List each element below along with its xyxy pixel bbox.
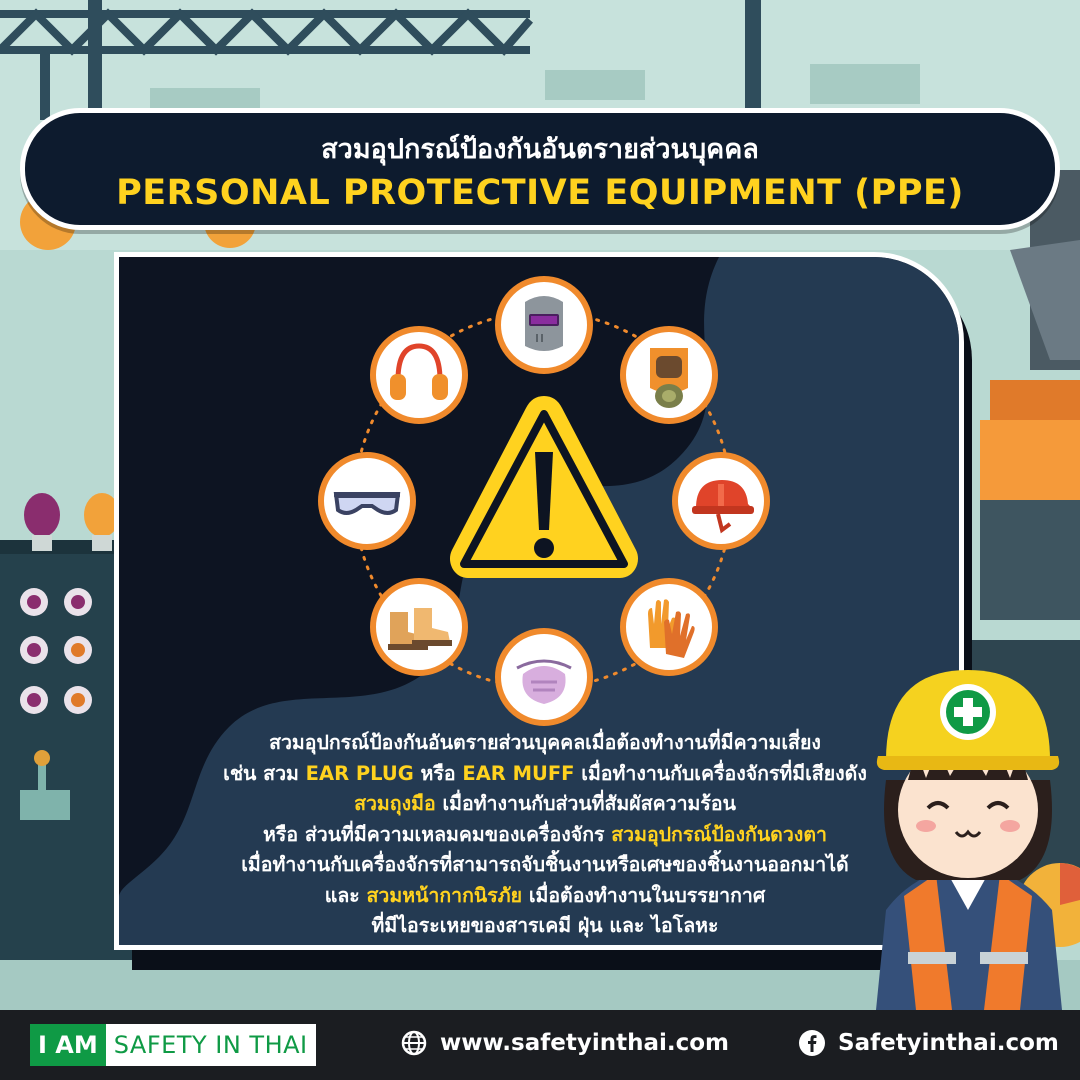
warning-icon — [449, 396, 639, 578]
description-line-1: สวมอุปกรณ์ป้องกันอันตรายส่วนบุคคลเมื่อต้… — [269, 731, 821, 754]
brand-logo: I AM SAFETY IN THAI — [30, 1024, 316, 1066]
text-segment: เมื่อต้องทำงานในบรรยากาศ — [522, 883, 766, 907]
website-url: www.safetyinthai.com — [440, 1030, 729, 1056]
facebook-link[interactable]: Safetyinthai.com — [798, 1029, 1059, 1057]
text-segment: เมื่อทำงานกับส่วนที่สัมผัสความร้อน — [435, 792, 736, 815]
footer-bar: I AM SAFETY IN THAI www.safetyinthai.com… — [0, 1010, 1080, 1080]
safety-worker-mascot — [876, 670, 1062, 1010]
website-link[interactable]: www.safetyinthai.com — [400, 1029, 729, 1057]
text-segment: หรือ — [413, 761, 463, 785]
text-segment: หรือ ส่วนที่มีความเหลมคมของเครื่องจักร — [263, 822, 612, 846]
text-segment: เช่น สวม — [223, 761, 306, 785]
welding-helmet-icon — [495, 276, 593, 374]
facebook-icon — [799, 1030, 825, 1056]
safety-goggles-icon — [318, 452, 416, 550]
description-line-2: เช่น สวม EAR PLUG หรือ EAR MUFF เมื่อทำง… — [150, 759, 940, 790]
description-line-7: ที่มีไอระเหยของสารเคมี ฝุ่น และ ไอโลหะ — [371, 914, 719, 937]
hard-hat-icon — [672, 452, 770, 550]
description-line-6: และ สวมหน้ากากนิรภัย เมื่อต้องทำงานในบรร… — [150, 881, 940, 912]
highlight-respirator: สวมหน้ากากนิรภัย — [366, 883, 523, 907]
text-segment: และ — [324, 883, 367, 907]
safety-boots-icon — [370, 578, 468, 676]
brand-name: SAFETY IN THAI — [105, 1024, 316, 1066]
description-line-5: เมื่อทำงานกับเครื่องจักรที่สามารถจับชิ้น… — [241, 853, 849, 876]
description-line-4: หรือ ส่วนที่มีความเหลมคมของเครื่องจักร ส… — [150, 820, 940, 851]
highlight-ear-muff: EAR MUFF — [462, 761, 575, 785]
safety-gloves-icon — [620, 578, 718, 676]
gas-mask-icon — [620, 326, 718, 424]
highlight-eye-protection: สวมอุปกรณ์ป้องกันดวงตา — [611, 822, 827, 846]
dust-mask-icon — [495, 628, 593, 726]
highlight-gloves: สวมถุงมือ — [354, 792, 436, 815]
facebook-page: Safetyinthai.com — [838, 1030, 1059, 1056]
highlight-ear-plug: EAR PLUG — [305, 761, 414, 785]
globe-icon — [401, 1030, 427, 1056]
ppe-description: สวมอุปกรณ์ป้องกันอันตรายส่วนบุคคลเมื่อต้… — [150, 728, 940, 942]
description-line-3: สวมถุงมือ เมื่อทำงานกับส่วนที่สัมผัสความ… — [150, 789, 940, 820]
brand-iam: I AM — [30, 1024, 106, 1066]
ear-muff-icon — [370, 326, 468, 424]
text-segment: เมื่อทำงานกับเครื่องจักรที่มีเสียงดัง — [574, 761, 867, 785]
